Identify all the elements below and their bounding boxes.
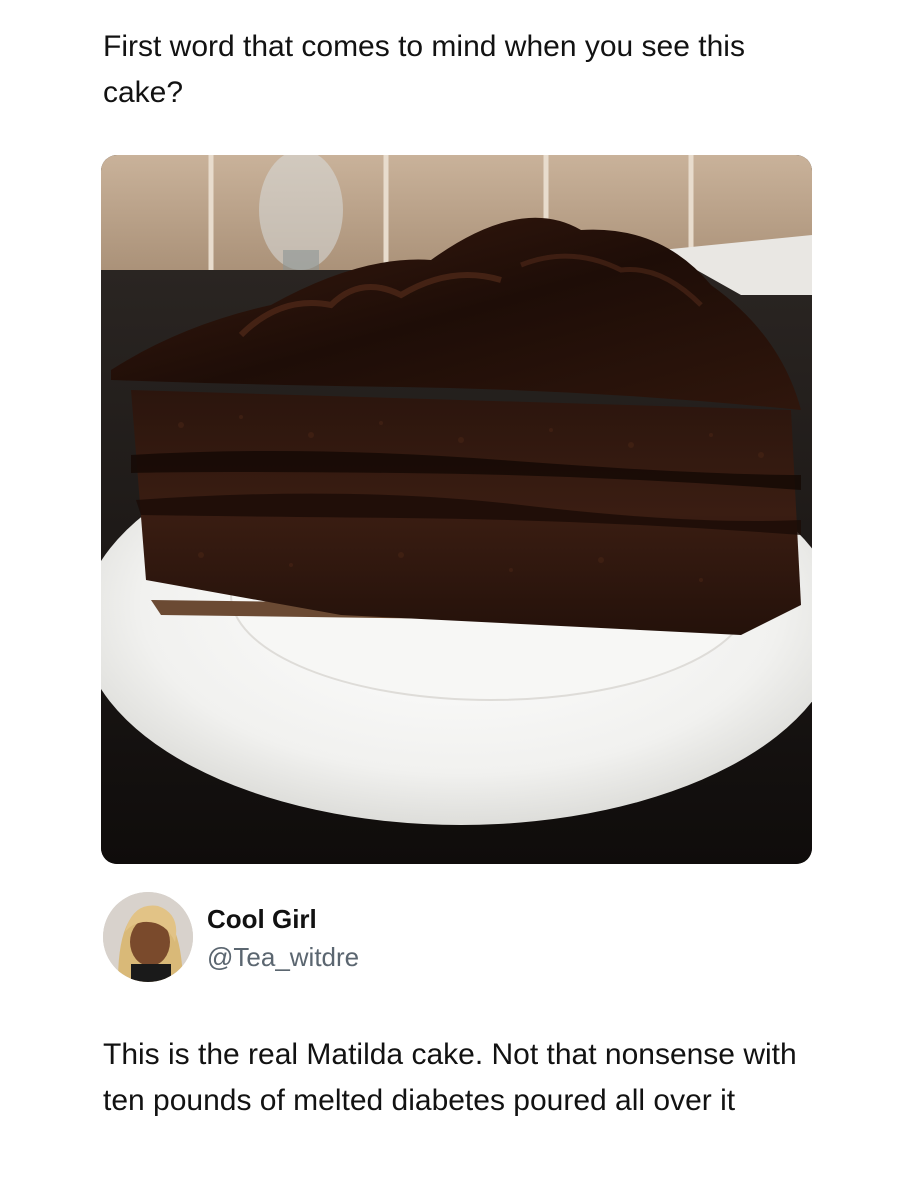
display-name[interactable]: Cool Girl (207, 904, 317, 935)
avatar[interactable] (103, 892, 193, 982)
reply-block: Cool Girl @Tea_witdre (103, 890, 823, 990)
cake-photo[interactable] (101, 155, 812, 864)
reply-text: This is the real Matilda cake. Not that … (103, 1038, 797, 1117)
post-question: First word that comes to mind when you s… (103, 30, 745, 109)
user-handle[interactable]: @Tea_witdre (207, 942, 359, 973)
